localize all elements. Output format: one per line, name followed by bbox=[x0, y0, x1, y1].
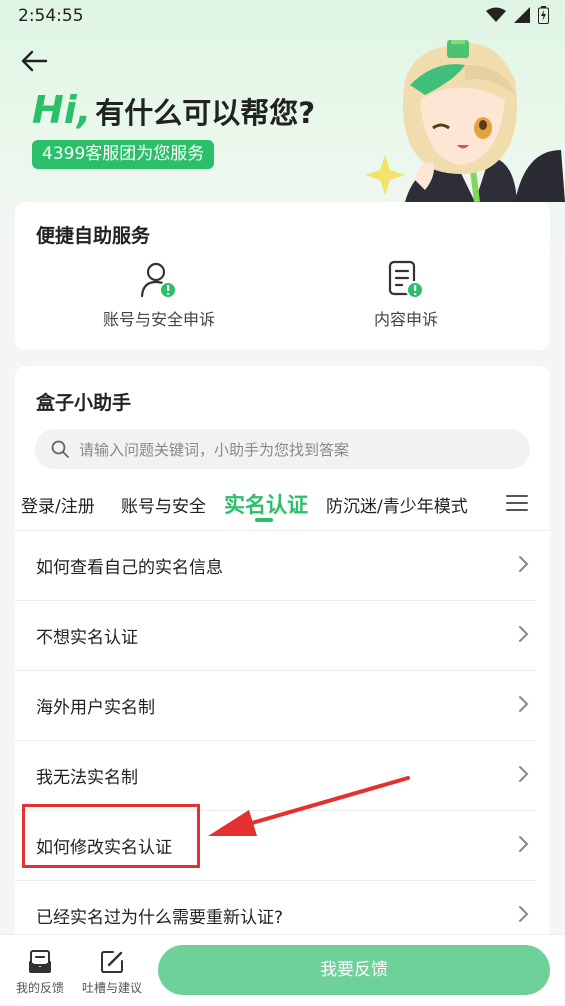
tab-login-register[interactable]: 登录/注册 bbox=[21, 492, 95, 517]
chevron-right-icon bbox=[519, 836, 529, 852]
chevron-right-icon bbox=[519, 696, 529, 712]
list-item[interactable]: 海外用户实名制 bbox=[15, 671, 536, 741]
question-text: 我无法实名制 bbox=[36, 768, 138, 788]
search-input[interactable]: 请输入问题关键词，小助手为您找到答案 bbox=[35, 429, 530, 469]
status-bar: 2:54:55 bbox=[0, 0, 565, 32]
my-feedback-label: 我的反馈 bbox=[15, 981, 64, 995]
question-text: 已经实名过为什么需要重新认证? bbox=[36, 908, 284, 928]
hero-greeting: Hi, 有什么可以帮您? bbox=[32, 88, 315, 132]
list-item[interactable]: 如何查看自己的实名信息 bbox=[15, 531, 536, 601]
self-service-title: 便捷自助服务 bbox=[36, 225, 151, 247]
suggestion-button[interactable]: 吐槽与建议 bbox=[79, 949, 145, 996]
tab-account-security[interactable]: 账号与安全 bbox=[121, 492, 206, 517]
content-appeal-button[interactable]: 内容申诉 bbox=[326, 260, 486, 330]
active-tab-indicator bbox=[255, 518, 273, 522]
suggestion-label: 吐槽与建议 bbox=[81, 981, 142, 995]
question-text: 海外用户实名制 bbox=[36, 698, 155, 718]
status-time: 2:54:55 bbox=[18, 6, 84, 26]
self-service-card: 便捷自助服务 账号与安全申诉 内容申诉 bbox=[15, 202, 550, 350]
wifi-icon bbox=[486, 7, 506, 22]
content-appeal-label: 内容申诉 bbox=[373, 310, 438, 329]
edit-icon bbox=[101, 951, 123, 973]
search-icon bbox=[51, 440, 69, 458]
search-placeholder: 请输入问题关键词，小助手为您找到答案 bbox=[79, 440, 350, 459]
service-badge: 4399客服团为您服务 bbox=[32, 140, 215, 169]
account-security-appeal-button[interactable]: 账号与安全申诉 bbox=[79, 260, 239, 330]
assistant-title: 盒子小助手 bbox=[36, 392, 132, 414]
user-alert-icon bbox=[140, 262, 177, 299]
category-tabs: 登录/注册 账号与安全 实名认证 防沉迷/青少年模式 bbox=[15, 478, 550, 531]
feedback-inbox-icon bbox=[29, 950, 51, 973]
back-arrow-icon[interactable] bbox=[18, 44, 52, 78]
tab-real-name[interactable]: 实名认证 bbox=[224, 489, 308, 519]
bottom-bar: 我的反馈 吐槽与建议 我要反馈 bbox=[0, 934, 565, 1005]
tab-anti-addiction[interactable]: 防沉迷/青少年模式 bbox=[326, 492, 468, 517]
battery-icon bbox=[538, 6, 549, 24]
assistant-card: 盒子小助手 请输入问题关键词，小助手为您找到答案 登录/注册 账号与安全 实名认… bbox=[15, 366, 550, 1006]
question-text: 不想实名认证 bbox=[36, 628, 138, 648]
question-list: 如何查看自己的实名信息 不想实名认证 海外用户实名制 我无法实名制 如何修改实名… bbox=[15, 531, 550, 951]
red-arrow-annotation bbox=[208, 776, 410, 836]
mascot-illustration bbox=[365, 40, 565, 202]
chevron-right-icon bbox=[519, 766, 529, 782]
chevron-right-icon bbox=[519, 906, 529, 922]
menu-icon[interactable] bbox=[506, 494, 528, 512]
question-text: 如何修改实名认证 bbox=[36, 838, 172, 858]
chevron-right-icon bbox=[519, 556, 529, 572]
signal-icon bbox=[514, 7, 530, 23]
document-alert-icon bbox=[388, 260, 424, 299]
my-feedback-button[interactable]: 我的反馈 bbox=[7, 949, 73, 996]
account-security-appeal-label: 账号与安全申诉 bbox=[102, 310, 215, 329]
question-text: 如何查看自己的实名信息 bbox=[36, 558, 223, 578]
hero-hi: Hi, bbox=[32, 88, 92, 132]
hero-question: 有什么可以帮您? bbox=[95, 96, 316, 130]
submit-feedback-button[interactable]: 我要反馈 bbox=[158, 945, 550, 995]
list-item[interactable]: 不想实名认证 bbox=[15, 601, 536, 671]
chevron-right-icon bbox=[519, 626, 529, 642]
